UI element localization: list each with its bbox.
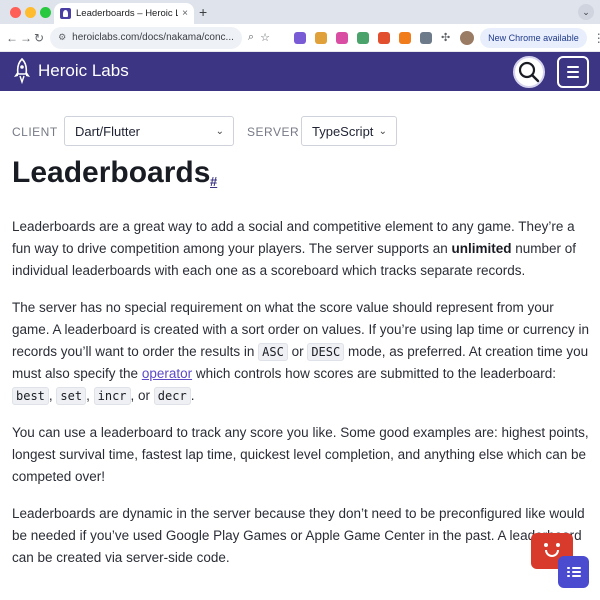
client-label: CLIENT [12, 125, 58, 139]
list-icon [567, 567, 570, 569]
bot-eye [556, 543, 560, 547]
browser-tab-active[interactable]: Leaderboards – Heroic Labs D × [54, 3, 194, 24]
paragraph-score: The server has no special requirement on… [12, 297, 592, 407]
close-window-button[interactable] [10, 7, 21, 18]
code-decr: decr [153, 387, 191, 405]
list-icon-line [572, 575, 581, 577]
p2-text-b: or [287, 344, 308, 359]
title-anchor-link[interactable]: # [210, 174, 217, 189]
list-icon-line [567, 571, 570, 573]
list-icon-line [572, 571, 581, 573]
hamburger-line [567, 71, 579, 73]
client-select-value: Dart/Flutter [75, 123, 141, 139]
chrome-menu-icon[interactable]: ⋮ [593, 31, 600, 45]
url-text: heroiclabs.com/docs/nakama/conc... [72, 32, 234, 43]
server-label: SERVER [247, 125, 300, 139]
browser-tab-bar: Leaderboards – Heroic Labs D × + ⌄ [0, 0, 600, 24]
reload-button[interactable]: ↻ [34, 31, 44, 45]
site-search-button[interactable] [513, 56, 545, 88]
heroic-labs-favicon-icon [60, 8, 71, 19]
rocket-logo-icon[interactable] [12, 58, 32, 84]
new-tab-button[interactable]: + [199, 4, 207, 20]
paragraph-examples: You can use a leaderboard to track any s… [12, 425, 589, 484]
extension-icon-4[interactable] [356, 31, 369, 44]
p2-sep-3: , or [130, 388, 154, 403]
table-of-contents-button[interactable] [558, 556, 589, 588]
site-info-icon[interactable]: ⚙ [58, 32, 66, 43]
extension-icon-2[interactable] [314, 31, 327, 44]
list-icon-line [572, 567, 581, 569]
code-asc: ASC [258, 343, 288, 361]
p2-sep-2: , [86, 388, 94, 403]
address-bar[interactable]: ⚙ heroiclabs.com/docs/nakama/conc... [50, 26, 242, 49]
chevron-down-icon: ⌄ [215, 126, 224, 137]
page-title: Leaderboards [12, 156, 211, 189]
extensions-puzzle-icon[interactable]: ✣ [441, 31, 450, 44]
code-set: set [56, 387, 87, 405]
search-icon [518, 61, 540, 83]
code-best: best [12, 387, 49, 405]
server-select-value: TypeScript [312, 123, 374, 139]
browser-toolbar: ← → ↻ ⚙ heroiclabs.com/docs/nakama/conc.… [0, 24, 600, 52]
p1-bold: unlimited [451, 241, 512, 256]
bot-face-icon [544, 543, 548, 547]
extension-icon-6[interactable] [398, 31, 411, 44]
forward-button[interactable]: → [20, 31, 32, 45]
bot-mouth [545, 550, 559, 557]
server-select[interactable]: TypeScript ⌄ [301, 116, 397, 146]
back-button[interactable]: ← [6, 31, 18, 45]
hamburger-icon [567, 66, 579, 68]
hamburger-line [567, 76, 579, 78]
zoom-icon[interactable]: ⌕ [248, 31, 254, 44]
p2-text-d: which controls how scores are submitted … [192, 366, 557, 381]
paragraph-intro: Leaderboards are a great way to add a so… [12, 216, 592, 282]
minimize-window-button[interactable] [25, 7, 36, 18]
maximize-window-button[interactable] [40, 7, 51, 18]
extensions-row: ✣ New Chrome available ⋮ [293, 27, 600, 48]
brand-name[interactable]: Heroic Labs [38, 61, 129, 81]
bookmark-star-icon[interactable]: ☆ [260, 31, 270, 44]
extension-icon-3[interactable] [335, 31, 348, 44]
new-chrome-available-button[interactable]: New Chrome available [480, 27, 587, 48]
p2-end: . [190, 388, 195, 403]
profile-avatar[interactable] [460, 30, 475, 45]
code-desc: DESC [307, 343, 345, 361]
list-icon-line [567, 575, 570, 577]
tab-search-button[interactable]: ⌄ [578, 4, 594, 20]
site-header: Heroic Labs [0, 52, 600, 91]
tab-title: Leaderboards – Heroic Labs D [76, 8, 179, 19]
extension-icon-5[interactable] [377, 31, 390, 44]
code-incr: incr [93, 387, 131, 405]
chevron-down-icon: ⌄ [378, 126, 387, 137]
client-select[interactable]: Dart/Flutter ⌄ [64, 116, 234, 146]
extension-icon-1[interactable] [293, 31, 306, 44]
extension-icon-7[interactable] [419, 31, 432, 44]
tab-close-icon[interactable]: × [182, 8, 188, 19]
operator-link[interactable]: operator [142, 366, 192, 381]
site-menu-button[interactable] [557, 56, 589, 88]
paragraph-dynamic: Leaderboards are dynamic in the server b… [12, 506, 585, 565]
